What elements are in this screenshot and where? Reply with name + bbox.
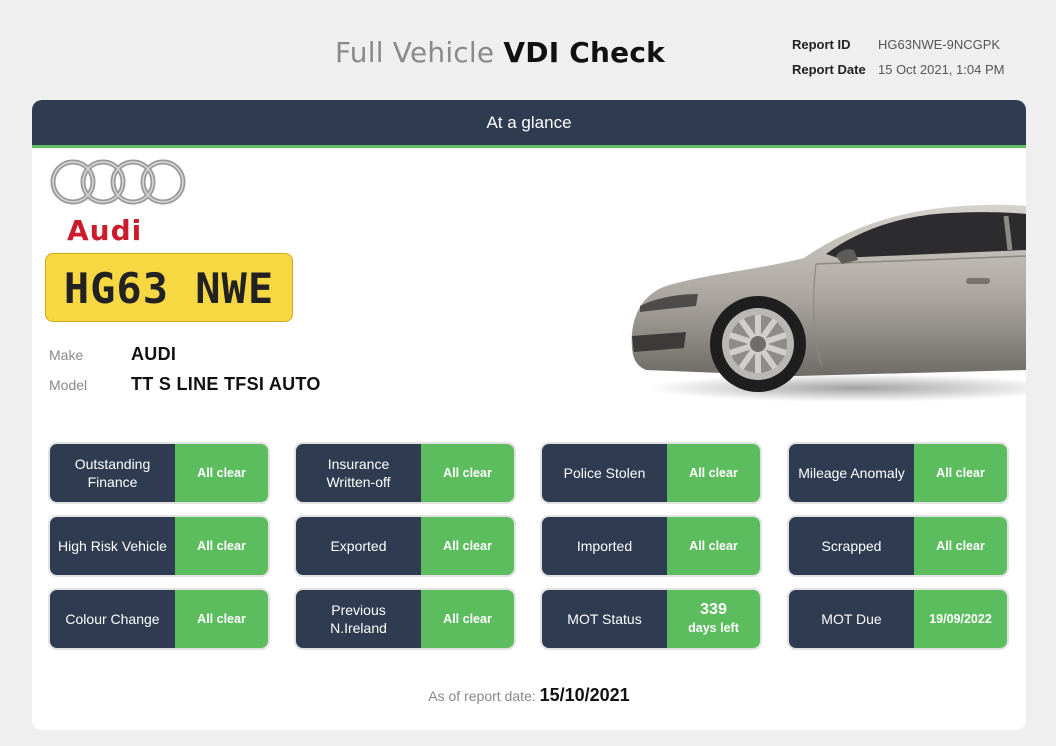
check-tile: Mileage Anomaly All clear [789, 444, 1007, 502]
title-bold: VDI Check [503, 36, 665, 69]
report-date-label: Report Date [792, 62, 866, 77]
check-label: MOT Status [542, 590, 667, 648]
audi-rings-icon [50, 159, 186, 205]
check-label: Outstanding Finance [50, 444, 175, 502]
check-tile: Imported All clear [542, 517, 760, 575]
check-tile: Scrapped All clear [789, 517, 1007, 575]
audi-wordmark: Audi [67, 214, 143, 247]
model-value: TT S LINE TFSI AUTO [131, 374, 321, 394]
mot-days-count: 339 [700, 601, 727, 618]
mot-days-label: days left [688, 621, 739, 635]
title-light: Full Vehicle [335, 36, 495, 69]
at-a-glance-card: At a glance Audi HG63 NWE Make AUDI Mode… [32, 100, 1026, 730]
footer-label: As of report date: [428, 688, 536, 704]
check-label: Police Stolen [542, 444, 667, 502]
check-tile: Previous N.Ireland All clear [296, 590, 514, 648]
check-status-badge: All clear [421, 590, 514, 648]
check-status-badge: All clear [175, 517, 268, 575]
check-label: Mileage Anomaly [789, 444, 914, 502]
check-label: High Risk Vehicle [50, 517, 175, 575]
car-image [631, 204, 1026, 402]
check-tile: Colour Change All clear [50, 590, 268, 648]
check-status-badge: 19/09/2022 [914, 590, 1007, 648]
check-label: Exported [296, 517, 421, 575]
check-label: Imported [542, 517, 667, 575]
check-status-badge: All clear [914, 517, 1007, 575]
check-label: Previous N.Ireland [296, 590, 421, 648]
footer-date: 15/10/2021 [539, 685, 630, 705]
check-tile: Insurance Written-off All clear [296, 444, 514, 502]
report-id-label: Report ID [792, 37, 851, 52]
check-tile: Police Stolen All clear [542, 444, 760, 502]
check-status-badge: All clear [667, 444, 760, 502]
make-label: Make [49, 347, 84, 363]
check-status-badge: All clear [667, 517, 760, 575]
check-tile: MOT Due 19/09/2022 [789, 590, 1007, 648]
check-label: Colour Change [50, 590, 175, 648]
check-status-badge: All clear [421, 444, 514, 502]
check-label: MOT Due [789, 590, 914, 648]
page-header: Full Vehicle VDI Check Report ID HG63NWE… [0, 0, 1056, 100]
check-status-badge: 339 days left [667, 590, 760, 648]
audi-logo: Audi [49, 156, 189, 247]
registration-plate: HG63 NWE [45, 253, 293, 322]
model-label: Model [49, 377, 88, 393]
check-status-badge: All clear [175, 444, 268, 502]
check-tile: MOT Status 339 days left [542, 590, 760, 648]
check-tile: High Risk Vehicle All clear [50, 517, 268, 575]
card-header: At a glance [32, 100, 1026, 148]
check-status-badge: All clear [175, 590, 268, 648]
report-id-value: HG63NWE-9NCGPK [878, 37, 1001, 52]
check-tile: Outstanding Finance All clear [50, 444, 268, 502]
make-value: AUDI [131, 344, 177, 364]
check-label: Scrapped [789, 517, 914, 575]
report-meta: Report ID HG63NWE-9NCGPK Report Date 15 … [792, 32, 1004, 82]
check-status-badge: All clear [421, 517, 514, 575]
check-label: Insurance Written-off [296, 444, 421, 502]
report-footer: As of report date: 15/10/2021 [32, 685, 1026, 706]
model-row: Model TT S LINE TFSI AUTO [49, 374, 321, 395]
check-tile: Exported All clear [296, 517, 514, 575]
report-date-value: 15 Oct 2021, 1:04 PM [878, 62, 1005, 77]
make-row: Make AUDI [49, 344, 176, 365]
check-status-badge: All clear [914, 444, 1007, 502]
